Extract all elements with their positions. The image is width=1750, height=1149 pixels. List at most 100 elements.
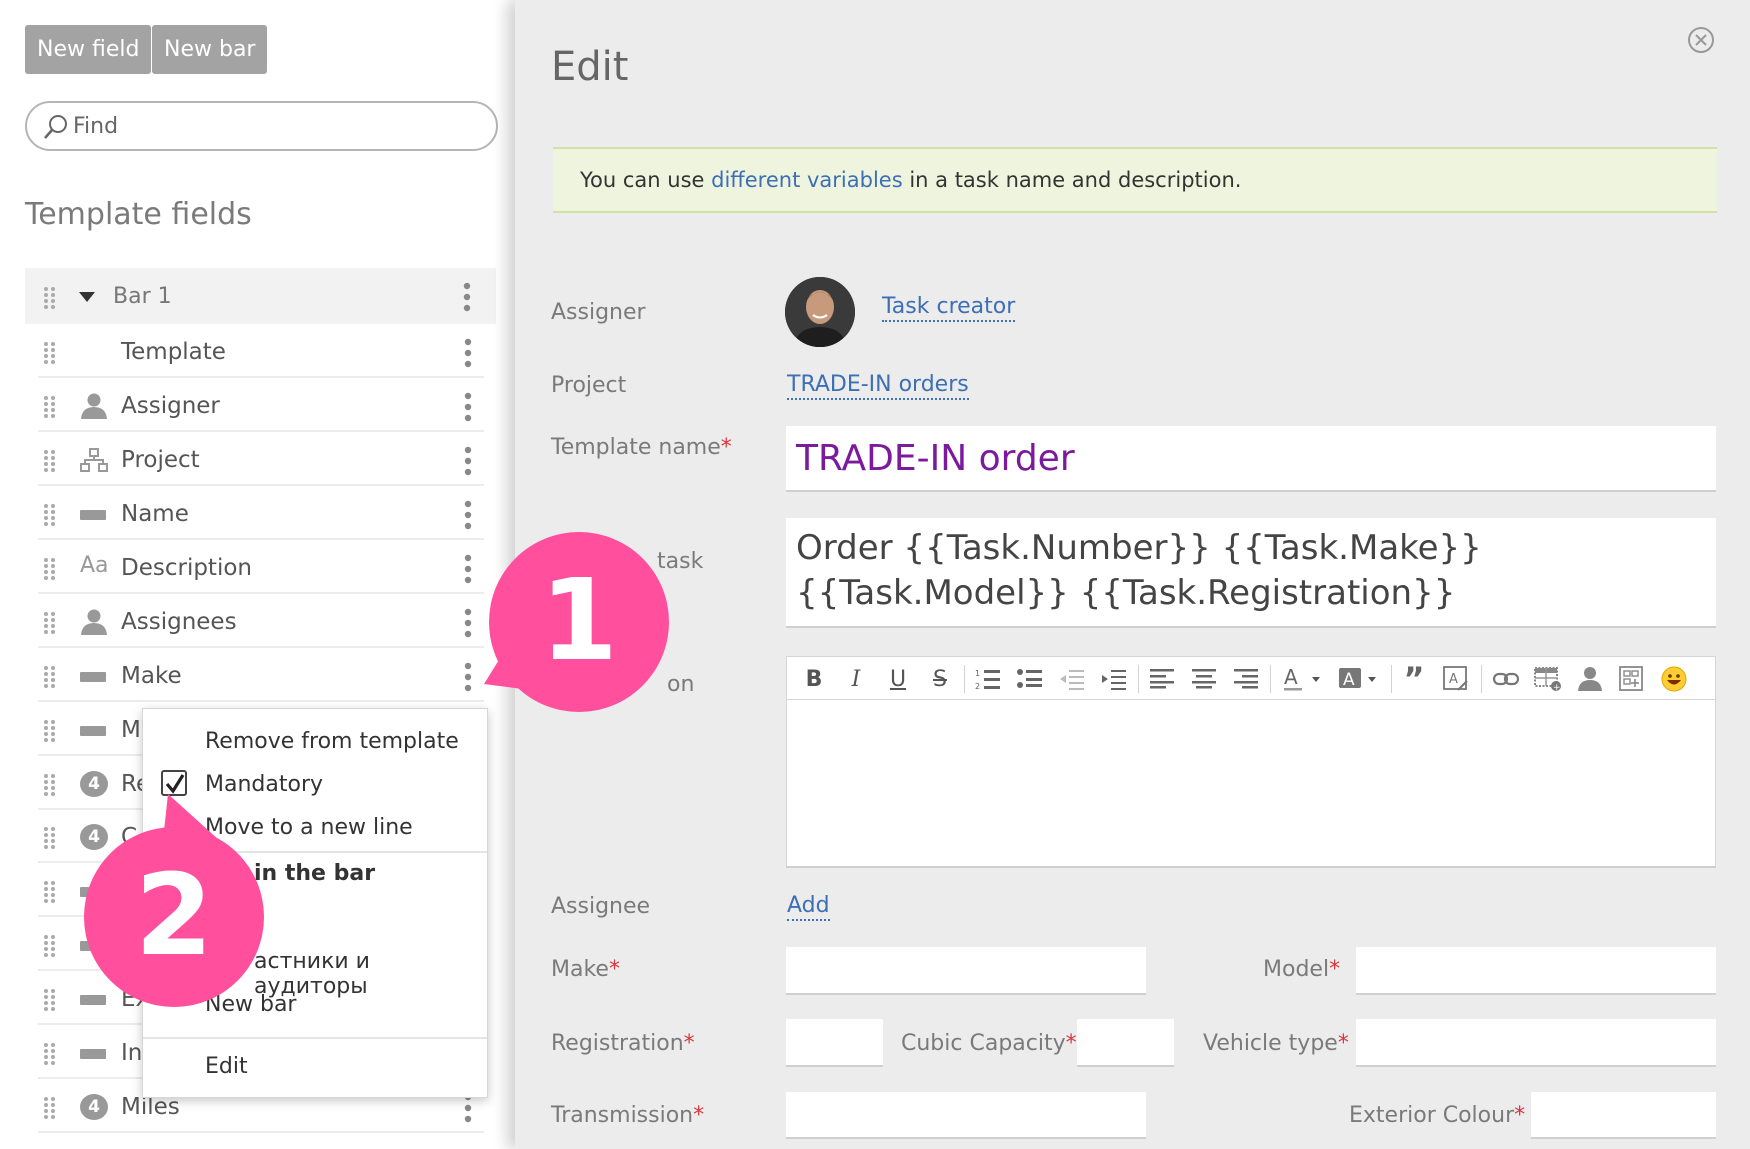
drag-handle-icon[interactable] <box>43 611 57 635</box>
task-name-input[interactable]: Order {{Task.Number}} {{Task.Make}} {{Ta… <box>786 518 1716 628</box>
model-input[interactable] <box>1356 947 1716 995</box>
link-icon[interactable] <box>1491 664 1521 694</box>
field-label: In <box>121 1040 143 1066</box>
make-input[interactable] <box>786 947 1146 995</box>
callout-two: 2 <box>84 827 264 1007</box>
task-name-label: task <box>657 549 704 574</box>
svg-text:1: 1 <box>975 669 980 678</box>
notice-text-after: in a task name and description. <box>902 168 1242 192</box>
more-vertical-icon[interactable] <box>463 282 471 312</box>
bulleted-list-icon[interactable] <box>1015 664 1045 694</box>
drag-handle-icon[interactable] <box>43 665 57 689</box>
template-name-input[interactable]: TRADE-IN order <box>786 426 1716 492</box>
drag-handle-icon[interactable] <box>43 934 57 958</box>
drag-handle-icon[interactable] <box>43 286 57 310</box>
outdent-icon[interactable] <box>1057 664 1087 694</box>
assigner-link[interactable]: Task creator <box>882 294 1016 322</box>
text-color-icon[interactable]: A <box>1281 664 1329 694</box>
bold-icon[interactable]: B <box>799 664 829 694</box>
avatar[interactable] <box>785 277 855 347</box>
drag-handle-icon[interactable] <box>43 988 57 1012</box>
quote-icon[interactable]: ” <box>1399 660 1429 698</box>
drag-handle-icon[interactable] <box>43 557 57 581</box>
drag-handle-icon[interactable] <box>43 449 57 473</box>
align-center-icon[interactable] <box>1189 664 1219 694</box>
align-left-icon[interactable] <box>1147 664 1177 694</box>
strikethrough-icon[interactable]: S <box>925 664 955 694</box>
italic-icon[interactable]: I <box>841 664 871 694</box>
field-row[interactable]: Assigner <box>38 380 484 432</box>
field-row[interactable]: Assignees <box>38 596 484 648</box>
field-label: Assigner <box>121 393 220 419</box>
more-vertical-icon[interactable] <box>464 500 472 530</box>
field-label: M <box>121 717 141 743</box>
different-variables-link[interactable]: different variables <box>711 168 903 192</box>
project-link[interactable]: TRADE-IN orders <box>787 372 969 400</box>
required-mark: * <box>608 957 620 982</box>
project-label: Project <box>551 373 627 398</box>
field-row[interactable]: Make <box>38 650 484 702</box>
vehicle-type-input[interactable] <box>1356 1019 1716 1067</box>
bar-header[interactable]: Bar 1 <box>25 268 496 324</box>
search-input[interactable]: Find <box>25 101 498 151</box>
person-icon <box>81 609 107 635</box>
drag-handle-icon[interactable] <box>43 503 57 527</box>
drag-handle-icon[interactable] <box>43 395 57 419</box>
indent-icon[interactable] <box>1099 664 1129 694</box>
vehicle-type-label: Vehicle type* <box>1203 1031 1349 1056</box>
assignee-add-link[interactable]: Add <box>787 893 830 921</box>
svg-text:A: A <box>1343 670 1355 690</box>
close-icon[interactable] <box>1686 25 1716 55</box>
insert-variable-icon[interactable] <box>1617 664 1647 694</box>
collapse-triangle-icon[interactable] <box>79 292 95 302</box>
template-name-value: TRADE-IN order <box>796 438 1075 479</box>
exterior-colour-input[interactable] <box>1531 1092 1716 1139</box>
numbered-list-icon[interactable]: 12 <box>973 664 1003 694</box>
field-label: Assignees <box>121 609 237 635</box>
string-field-icon <box>80 501 108 527</box>
new-field-button[interactable]: New field <box>25 25 152 74</box>
hierarchy-icon <box>80 448 108 472</box>
edit-panel: Edit You can use different variables in … <box>515 0 1750 1149</box>
field-row[interactable]: Name <box>38 488 484 540</box>
task-name-value: Order {{Task.Number}} {{Task.Make}} {{Ta… <box>796 528 1482 613</box>
field-row[interactable]: Template <box>38 326 484 378</box>
more-vertical-icon[interactable] <box>464 392 472 422</box>
drag-handle-icon[interactable] <box>43 341 57 365</box>
field-row[interactable]: Aa Description <box>38 542 484 594</box>
drag-handle-icon[interactable] <box>43 773 57 797</box>
cubic-capacity-input[interactable] <box>1077 1019 1174 1067</box>
clear-format-icon[interactable]: A <box>1441 664 1471 694</box>
drag-handle-icon[interactable] <box>43 1042 57 1066</box>
menu-remove-from-template[interactable]: Remove from template <box>205 729 459 754</box>
menu-edit[interactable]: Edit <box>205 1054 248 1079</box>
more-vertical-icon[interactable] <box>464 446 472 476</box>
mention-user-icon[interactable] <box>1575 664 1605 694</box>
insert-table-icon[interactable]: + <box>1533 664 1563 694</box>
drag-handle-icon[interactable] <box>43 826 57 850</box>
field-row[interactable]: Project <box>38 434 484 486</box>
underline-icon[interactable]: U <box>883 664 913 694</box>
svg-text:2: 2 <box>975 682 980 690</box>
emoji-icon[interactable] <box>1659 664 1689 694</box>
field-label: Project <box>121 447 200 473</box>
description-editor[interactable] <box>786 700 1716 868</box>
new-bar-button[interactable]: New bar <box>152 25 268 74</box>
drag-handle-icon[interactable] <box>43 1096 57 1120</box>
more-vertical-icon[interactable] <box>464 554 472 584</box>
person-icon <box>81 393 107 419</box>
more-vertical-icon[interactable] <box>464 338 472 368</box>
drag-handle-icon[interactable] <box>43 880 57 904</box>
transmission-input[interactable] <box>786 1092 1146 1139</box>
align-right-icon[interactable] <box>1231 664 1261 694</box>
bar-label: Bar 1 <box>113 284 172 309</box>
make-label: Make* <box>551 957 620 982</box>
registration-label: Registration* <box>551 1031 695 1056</box>
notice-text-before: You can use <box>580 168 712 192</box>
registration-input[interactable] <box>786 1019 883 1067</box>
drag-handle-icon[interactable] <box>43 719 57 743</box>
background-color-icon[interactable]: A <box>1337 664 1385 694</box>
menu-new-bar[interactable]: New bar <box>205 992 296 1017</box>
menu-section-in-the-bar: in the bar <box>254 861 376 886</box>
number-field-icon: 4 <box>80 824 108 850</box>
